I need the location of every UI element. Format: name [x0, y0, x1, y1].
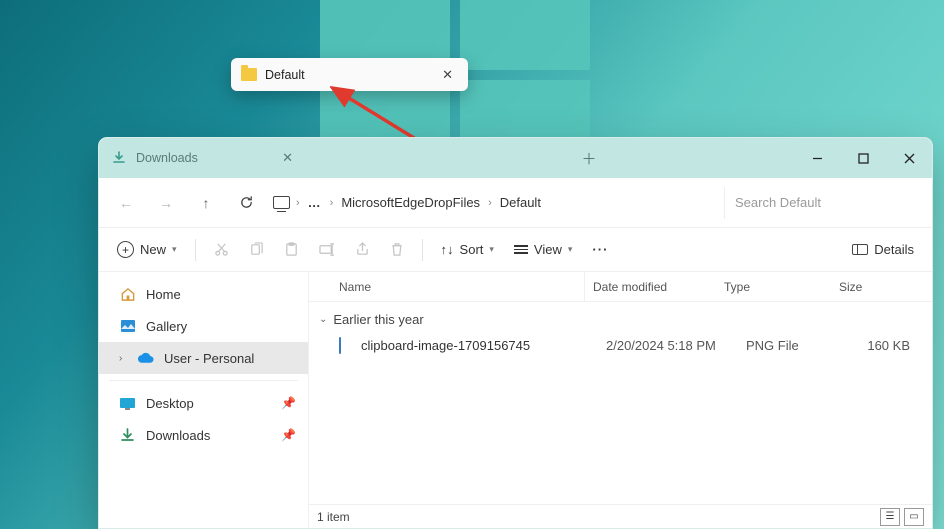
- chevron-right-icon: ›: [330, 197, 334, 209]
- command-bar: + New ▾ ↑↓ Sort ▾ View ▾ ··· Details: [99, 228, 932, 272]
- sort-button[interactable]: ↑↓ Sort ▾: [433, 238, 502, 261]
- file-name: clipboard-image-1709156745: [361, 338, 606, 353]
- nav-label: User - Personal: [164, 351, 254, 366]
- column-type[interactable]: Type: [724, 280, 839, 294]
- download-icon: [119, 427, 136, 443]
- chevron-down-icon: ▾: [172, 244, 177, 255]
- refresh-button[interactable]: [227, 184, 265, 222]
- folder-icon: [241, 68, 257, 81]
- group-header[interactable]: ⌄ Earlier this year: [309, 308, 932, 331]
- navigation-pane: Home Gallery › User - Personal Desktop 📌…: [99, 272, 309, 528]
- gallery-icon: [119, 318, 136, 334]
- file-list: ⌄ Earlier this year clipboard-image-1709…: [309, 302, 932, 504]
- nav-label: Gallery: [146, 319, 187, 334]
- nav-home[interactable]: Home: [99, 278, 308, 310]
- column-date[interactable]: Date modified: [584, 272, 724, 301]
- dragged-tab[interactable]: Default ✕: [231, 58, 468, 91]
- close-icon[interactable]: ✕: [437, 64, 458, 86]
- chevron-right-icon: ›: [296, 197, 300, 209]
- pin-icon[interactable]: 📌: [281, 428, 296, 442]
- file-explorer-window: Downloads ✕ ＋ ← → ↑ › … › MicrosoftEdgeD…: [98, 137, 933, 529]
- view-label: View: [534, 242, 562, 257]
- tab-downloads[interactable]: Downloads ✕: [99, 138, 309, 178]
- chevron-right-icon[interactable]: ›: [119, 353, 129, 364]
- status-bar: 1 item ☰ ▭: [309, 504, 932, 528]
- divider: [195, 239, 196, 261]
- plus-icon: +: [117, 241, 134, 258]
- this-pc-icon: [273, 196, 290, 209]
- chevron-down-icon: ▾: [489, 244, 494, 255]
- nav-up-button[interactable]: ↑: [187, 184, 225, 222]
- sort-label: Sort: [460, 242, 484, 257]
- close-window-button[interactable]: [886, 138, 932, 178]
- maximize-button[interactable]: [840, 138, 886, 178]
- breadcrumb-segment[interactable]: MicrosoftEdgeDropFiles: [339, 191, 482, 214]
- new-button[interactable]: + New ▾: [109, 237, 185, 262]
- title-bar: Downloads ✕ ＋: [99, 138, 932, 178]
- download-icon: [111, 151, 126, 166]
- nav-back-button[interactable]: ←: [107, 184, 145, 222]
- details-icon: [852, 244, 868, 255]
- file-size: 160 KB: [861, 338, 932, 353]
- breadcrumb-segment[interactable]: Default: [498, 191, 543, 214]
- file-list-pane: Name Date modified Type Size ⌄ Earlier t…: [309, 272, 932, 528]
- nav-desktop[interactable]: Desktop 📌: [99, 387, 308, 419]
- column-headers[interactable]: Name Date modified Type Size: [309, 272, 932, 302]
- divider: [109, 380, 298, 381]
- nav-label: Desktop: [146, 396, 194, 411]
- more-button[interactable]: ···: [584, 238, 616, 261]
- search-input[interactable]: [724, 187, 924, 219]
- chevron-down-icon: ▾: [568, 244, 573, 255]
- nav-gallery[interactable]: Gallery: [99, 310, 308, 342]
- details-pane-button[interactable]: Details: [844, 238, 922, 261]
- chevron-right-icon: ›: [488, 197, 492, 209]
- nav-downloads[interactable]: Downloads 📌: [99, 419, 308, 451]
- home-icon: [119, 286, 136, 302]
- file-row[interactable]: clipboard-image-1709156745 2/20/2024 5:1…: [309, 331, 932, 359]
- file-date: 2/20/2024 5:18 PM: [606, 338, 746, 353]
- details-label: Details: [874, 242, 914, 257]
- nav-label: Home: [146, 287, 181, 302]
- view-icon: [514, 245, 528, 254]
- chevron-down-icon: ⌄: [319, 314, 327, 325]
- window-controls: [794, 138, 932, 178]
- view-thumbnails-toggle[interactable]: ▭: [904, 508, 924, 526]
- minimize-button[interactable]: [794, 138, 840, 178]
- file-icon: [339, 338, 361, 353]
- column-name[interactable]: Name: [339, 280, 584, 294]
- view-details-toggle[interactable]: ☰: [880, 508, 900, 526]
- sort-icon: ↑↓: [441, 242, 454, 257]
- divider: [422, 239, 423, 261]
- item-count: 1 item: [317, 510, 350, 524]
- rename-button[interactable]: [311, 238, 343, 261]
- desktop-icon: [119, 395, 136, 411]
- nav-user-personal[interactable]: › User - Personal: [99, 342, 308, 374]
- delete-button[interactable]: [382, 238, 412, 261]
- cut-button[interactable]: [206, 238, 237, 261]
- dragged-tab-label: Default: [265, 68, 437, 82]
- file-type: PNG File: [746, 338, 861, 353]
- share-button[interactable]: [347, 238, 378, 261]
- nav-forward-button[interactable]: →: [147, 184, 185, 222]
- column-size[interactable]: Size: [839, 280, 932, 294]
- breadcrumb-overflow[interactable]: …: [306, 191, 324, 214]
- tab-label: Downloads: [136, 151, 278, 165]
- new-label: New: [140, 242, 166, 257]
- onedrive-icon: [137, 350, 154, 366]
- address-bar: ← → ↑ › … › MicrosoftEdgeDropFiles › Def…: [99, 178, 932, 228]
- new-tab-button[interactable]: ＋: [569, 138, 609, 178]
- pin-icon[interactable]: 📌: [281, 396, 296, 410]
- breadcrumb[interactable]: › … › MicrosoftEdgeDropFiles › Default: [267, 191, 722, 214]
- view-button[interactable]: View ▾: [506, 238, 580, 261]
- copy-button[interactable]: [241, 238, 272, 261]
- nav-label: Downloads: [146, 428, 210, 443]
- paste-button[interactable]: [276, 238, 307, 261]
- group-label: Earlier this year: [333, 312, 423, 327]
- close-tab-icon[interactable]: ✕: [278, 148, 297, 168]
